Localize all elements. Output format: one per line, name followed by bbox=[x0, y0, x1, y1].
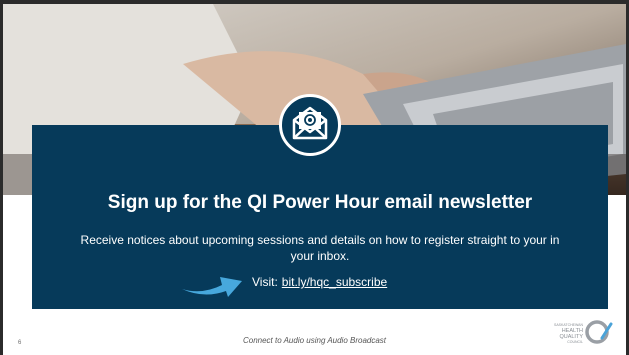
envelope-at-icon bbox=[290, 104, 330, 147]
newsletter-description: Receive notices about upcoming sessions … bbox=[80, 233, 560, 263]
newsletter-headline: Sign up for the QI Power Hour email news… bbox=[107, 192, 533, 213]
slide: Sign up for the QI Power Hour email news… bbox=[0, 0, 629, 355]
logo-line-1: SASKATCHEWAN bbox=[554, 323, 583, 327]
visit-label: Visit: bbox=[252, 275, 278, 289]
subscribe-link[interactable]: bit.ly/hqc_subscribe bbox=[282, 275, 387, 289]
hqc-logo: SASKATCHEWAN HEALTH QUALITY COUNCIL bbox=[553, 318, 613, 348]
logo-line-4: COUNCIL bbox=[567, 340, 583, 344]
visit-row: Visit: bit.ly/hqc_subscribe bbox=[252, 275, 387, 289]
right-arrow-icon bbox=[180, 263, 244, 302]
footer-note: Connect to Audio using Audio Broadcast bbox=[242, 336, 387, 345]
email-circle-badge bbox=[279, 94, 341, 156]
